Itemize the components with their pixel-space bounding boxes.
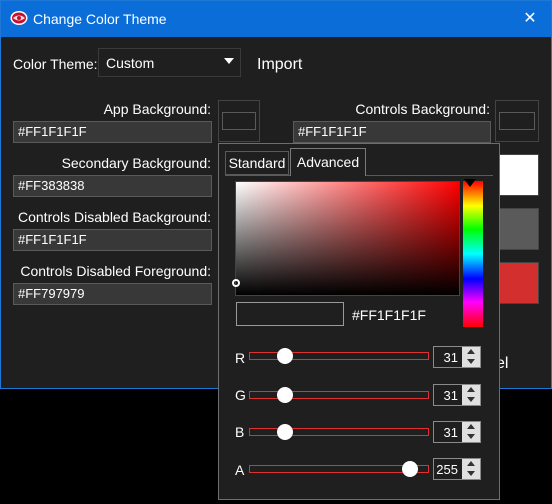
alpha-slider-thumb[interactable] xyxy=(402,461,418,477)
app-logo-icon xyxy=(10,9,28,27)
color-hex-value: #FF1F1F1F xyxy=(352,307,426,323)
alpha-channel-label: A xyxy=(235,462,245,478)
alpha-increment-button[interactable] xyxy=(462,459,480,469)
saturation-value-canvas[interactable] xyxy=(232,181,460,296)
controls-background-swatch-inner xyxy=(499,112,535,130)
red-increment-button[interactable] xyxy=(462,347,480,357)
app-background-swatch-inner xyxy=(222,112,256,130)
controls-disabled-background-label: Controls Disabled Background: xyxy=(18,209,211,225)
chevron-up-icon xyxy=(467,424,475,429)
red-decrement-button[interactable] xyxy=(462,357,480,367)
green-decrement-button[interactable] xyxy=(462,395,480,405)
chevron-down-icon xyxy=(467,359,475,364)
blue-slider-thumb[interactable] xyxy=(277,424,294,440)
blue-increment-button[interactable] xyxy=(462,422,480,432)
color-selection-cursor[interactable] xyxy=(232,279,240,287)
alpha-value-stepper[interactable]: 255 xyxy=(433,458,481,480)
app-background-swatch[interactable] xyxy=(218,100,260,142)
right-swatch-white[interactable] xyxy=(495,154,539,196)
tab-advanced[interactable]: Advanced xyxy=(290,148,366,176)
blue-value-stepper[interactable]: 31 xyxy=(433,421,481,443)
color-theme-dropdown[interactable]: Custom xyxy=(98,48,241,77)
green-slider-thumb[interactable] xyxy=(277,387,294,403)
green-value-stepper[interactable]: 31 xyxy=(433,384,481,406)
alpha-decrement-button[interactable] xyxy=(462,469,480,479)
app-background-label: App Background: xyxy=(103,101,211,117)
alpha-value: 255 xyxy=(436,462,458,477)
blue-decrement-button[interactable] xyxy=(462,432,480,442)
color-picker-popup: Standard Advanced #FF1F1F1F R 31 G 31 B … xyxy=(218,143,500,500)
controls-disabled-background-input[interactable]: #FF1F1F1F xyxy=(13,229,212,251)
green-slider-track[interactable] xyxy=(249,387,429,403)
right-swatch-gray[interactable] xyxy=(495,208,539,250)
window-title: Change Color Theme xyxy=(33,11,167,27)
alpha-slider-track[interactable] xyxy=(249,461,429,477)
secondary-background-label: Secondary Background: xyxy=(61,155,211,171)
blue-channel-label: B xyxy=(235,424,245,440)
color-theme-label: Color Theme: xyxy=(13,56,98,72)
green-value: 31 xyxy=(443,388,458,403)
hue-marker-icon[interactable] xyxy=(464,179,476,187)
red-slider-track[interactable] xyxy=(249,348,429,364)
import-button[interactable]: Import xyxy=(257,56,302,74)
blue-slider-track[interactable] xyxy=(249,424,429,440)
red-channel-label: R xyxy=(235,350,246,366)
chevron-up-icon xyxy=(467,387,475,392)
chevron-down-icon xyxy=(467,434,475,439)
controls-background-swatch[interactable] xyxy=(495,100,539,142)
color-theme-selected-value: Custom xyxy=(106,55,155,71)
green-increment-button[interactable] xyxy=(462,385,480,395)
hue-slider[interactable] xyxy=(463,181,483,327)
tab-standard[interactable]: Standard xyxy=(225,151,289,175)
chevron-down-icon xyxy=(467,471,475,476)
chevron-up-icon xyxy=(467,461,475,466)
controls-background-input[interactable]: #FF1F1F1F xyxy=(293,121,491,143)
red-value: 31 xyxy=(443,350,458,365)
red-value-stepper[interactable]: 31 xyxy=(433,346,481,368)
green-channel-label: G xyxy=(235,387,246,403)
right-swatch-red[interactable] xyxy=(495,262,539,304)
blue-value: 31 xyxy=(443,425,458,440)
close-icon[interactable]: ✕ xyxy=(517,7,543,31)
secondary-background-input[interactable]: #FF383838 xyxy=(13,175,212,197)
color-preview xyxy=(236,302,344,326)
controls-disabled-foreground-label: Controls Disabled Foreground: xyxy=(20,263,211,279)
title-bar: Change Color Theme ✕ xyxy=(1,1,551,37)
chevron-down-icon xyxy=(467,397,475,402)
chevron-down-icon xyxy=(224,58,234,64)
app-background-input[interactable]: #FF1F1F1F xyxy=(13,121,212,143)
chevron-up-icon xyxy=(467,349,475,354)
red-slider-thumb[interactable] xyxy=(277,348,294,364)
controls-disabled-foreground-input[interactable]: #FF797979 xyxy=(13,283,212,305)
controls-background-label: Controls Background: xyxy=(355,101,490,117)
